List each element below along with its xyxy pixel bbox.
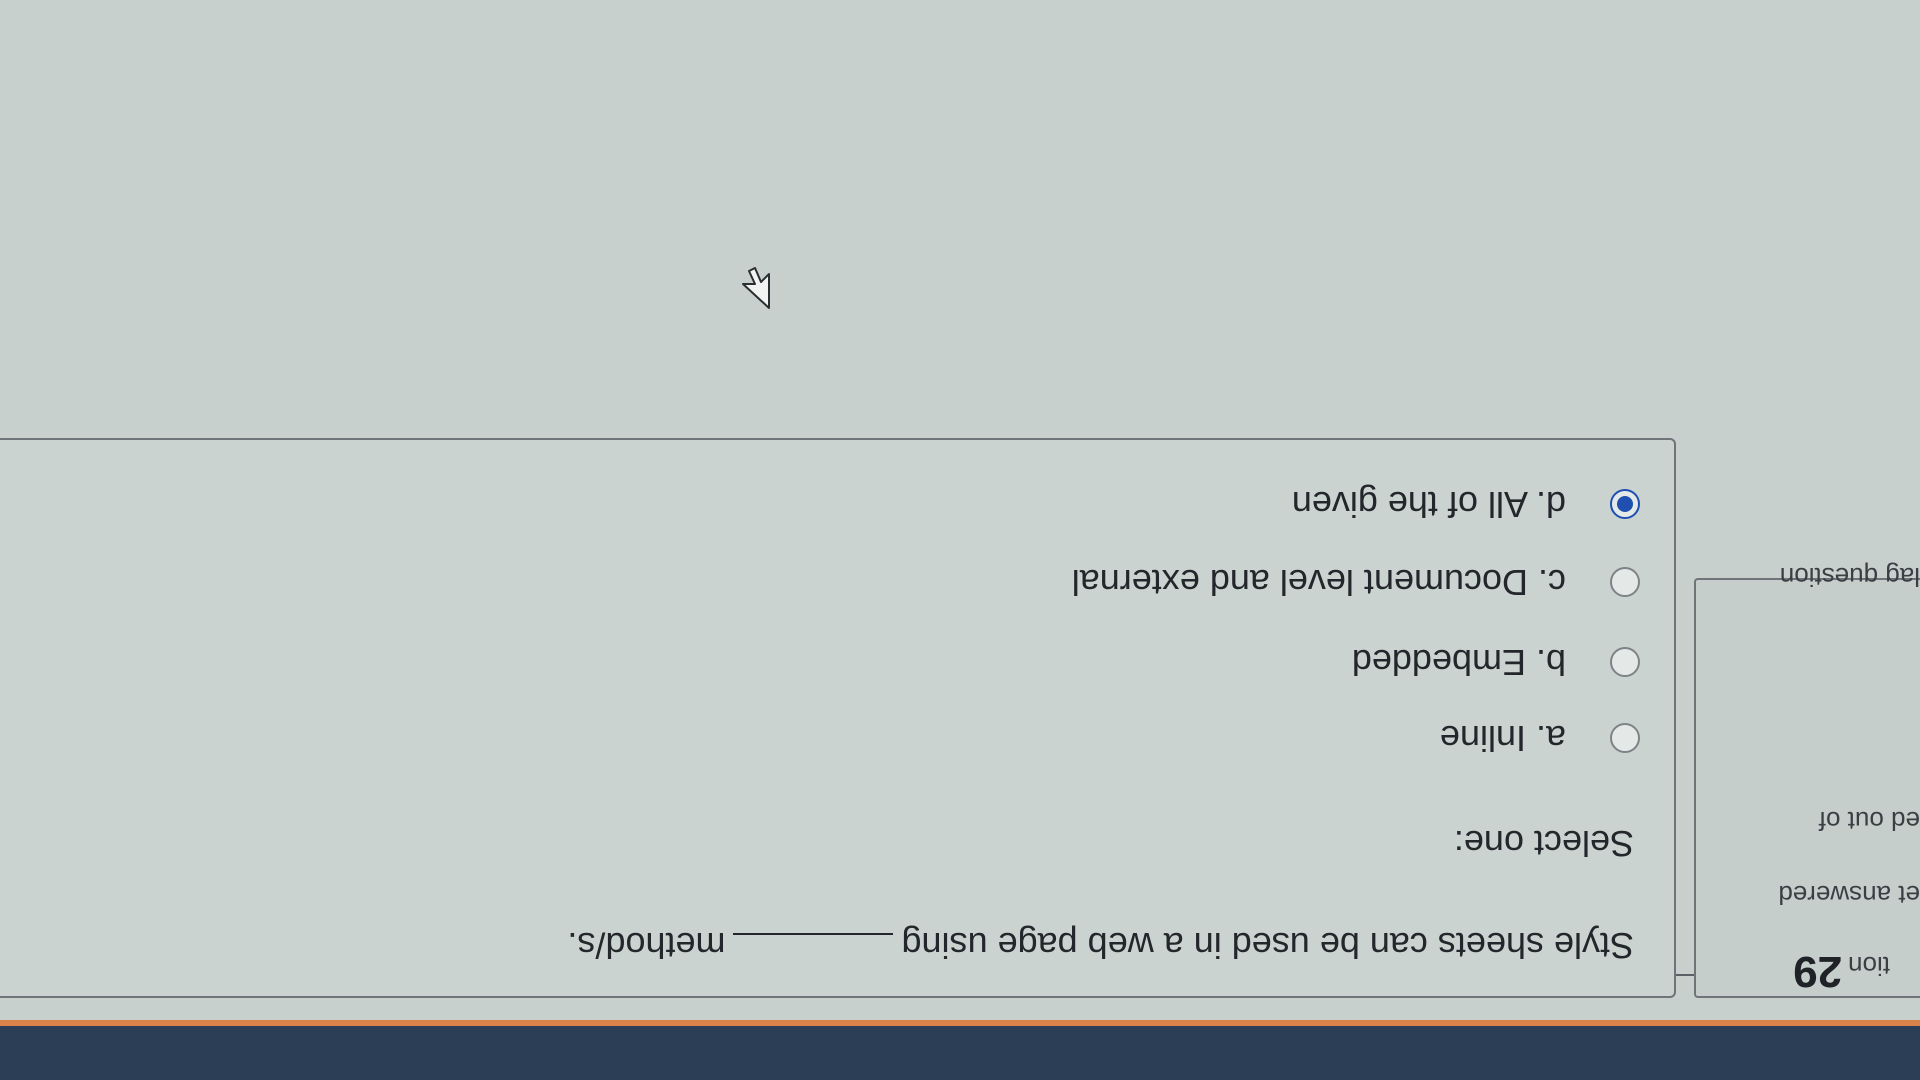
option-a-label: a. Inline xyxy=(1439,718,1566,759)
question-status: et answered xyxy=(1778,880,1920,910)
question-number: tion29 xyxy=(1793,946,1890,996)
question-text-before: Style sheets can be used in a web page u… xyxy=(901,925,1635,966)
question-blank xyxy=(733,933,894,935)
question-content: Style sheets can be used in a web page u… xyxy=(0,438,1676,998)
navbar-accent-line xyxy=(0,1020,1920,1026)
option-b[interactable]: b. Embedded xyxy=(1352,634,1640,690)
question-text: Style sheets can be used in a web page u… xyxy=(567,924,1634,966)
radio-option-d[interactable] xyxy=(1610,489,1640,519)
option-c[interactable]: c. Document level and external xyxy=(1072,554,1640,610)
question-text-after: method/s. xyxy=(567,925,726,966)
option-a[interactable]: a. Inline xyxy=(1440,710,1640,766)
select-one-prompt: Select one: xyxy=(1453,823,1634,864)
option-c-label: c. Document level and external xyxy=(1071,562,1566,603)
question-info-panel: tion29 et answered ed out of lag questio… xyxy=(1694,562,1920,998)
question-number-value: 29 xyxy=(1793,947,1843,996)
top-navbar xyxy=(0,1026,1920,1080)
option-b-label: b. Embedded xyxy=(1351,642,1566,683)
option-d[interactable]: d. All of the given xyxy=(1292,476,1640,532)
radio-option-c[interactable] xyxy=(1610,567,1640,597)
screen-photo: tion29 et answered ed out of lag questio… xyxy=(0,0,1920,1080)
radio-option-b[interactable] xyxy=(1610,647,1640,677)
mouse-pointer-icon xyxy=(742,267,770,309)
question-number-prefix: tion xyxy=(1848,951,1890,981)
option-d-label: d. All of the given xyxy=(1291,484,1566,525)
radio-option-a[interactable] xyxy=(1610,723,1640,753)
flag-question-link[interactable]: lag question xyxy=(1780,561,1920,592)
question-marks: ed out of xyxy=(1818,806,1920,836)
